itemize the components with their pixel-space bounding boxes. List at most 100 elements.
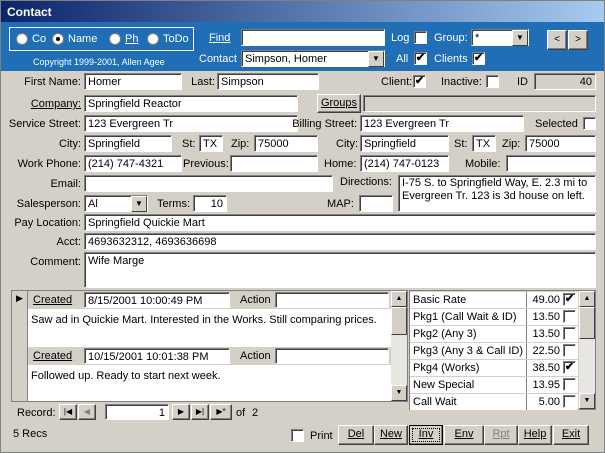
package-checkbox[interactable] xyxy=(563,310,576,323)
packages-scrollbar[interactable]: ▲ ▼ xyxy=(579,291,595,409)
log-scroll-thumb[interactable] xyxy=(391,307,407,335)
company-input[interactable]: Springfield Reactor xyxy=(84,95,298,112)
work-phone-input[interactable]: (214) 747-4321 xyxy=(84,155,182,172)
sort-name-radio[interactable] xyxy=(52,33,64,45)
first-record-button[interactable]: |◀ xyxy=(59,404,77,420)
pay-location-input[interactable]: Springfield Quickie Mart xyxy=(84,214,596,231)
billing-street-input[interactable]: 123 Evergreen Tr xyxy=(360,115,524,132)
previous-input[interactable] xyxy=(230,155,318,172)
action-field-1[interactable] xyxy=(275,292,389,308)
created-field-1[interactable]: 8/15/2001 10:00:49 PM xyxy=(84,292,230,308)
salesperson-dropdown-icon[interactable]: ▼ xyxy=(131,196,147,212)
mobile-input[interactable] xyxy=(506,155,596,172)
service-street-input[interactable]: 123 Evergreen Tr xyxy=(84,115,298,132)
created-label-1: Created xyxy=(33,293,72,307)
next-log-record-button[interactable]: ▶ xyxy=(172,404,190,420)
record-selector[interactable]: ▶ xyxy=(12,291,28,401)
sort-co-label[interactable]: Co xyxy=(32,32,46,46)
billing-city-input[interactable]: Springfield xyxy=(360,135,449,152)
directions-input[interactable]: I-75 S. to Springfield Way, E. 2.3 mi to… xyxy=(398,175,596,212)
packages-scroll-up-icon[interactable]: ▲ xyxy=(579,291,595,307)
record-total: 2 xyxy=(252,407,259,419)
selected-checkbox[interactable] xyxy=(583,117,596,130)
package-row[interactable]: Pkg2 (Any 3) 13.50 xyxy=(410,326,578,343)
package-row[interactable]: Pkg1 (Call Wait & ID) 13.50 xyxy=(410,309,578,326)
find-input[interactable] xyxy=(241,29,385,46)
log-checkbox[interactable] xyxy=(414,31,427,44)
last-name-input[interactable]: Simpson xyxy=(217,73,319,90)
terms-label: Terms: xyxy=(157,198,190,210)
log-scroll-up-icon[interactable]: ▲ xyxy=(391,291,407,307)
inactive-checkbox[interactable] xyxy=(486,75,499,88)
groups-button-label: Groups xyxy=(320,97,358,109)
record-number-input[interactable]: 1 xyxy=(105,404,169,420)
map-input[interactable] xyxy=(359,195,393,212)
help-button[interactable]: Help xyxy=(518,425,552,445)
package-row[interactable]: New Special 13.95 xyxy=(410,377,578,394)
log-scrollbar[interactable]: ▲ ▼ xyxy=(391,291,407,401)
package-row[interactable]: Call Wait 5.00 xyxy=(410,394,578,411)
find-label: Find xyxy=(209,32,231,44)
sort-options-group: Co Name Ph ToDo xyxy=(9,27,194,51)
log-subform: ▶ Created 8/15/2001 10:00:49 PM Action S… xyxy=(11,290,408,402)
report-button[interactable]: Rpt xyxy=(484,425,518,445)
billing-st-input[interactable]: TX xyxy=(472,135,496,152)
sort-todo-label[interactable]: ToDo xyxy=(163,32,189,46)
city-input[interactable]: Springfield xyxy=(84,135,172,152)
sort-co-radio[interactable] xyxy=(16,33,28,45)
all-checkbox[interactable]: ✔ xyxy=(414,52,427,65)
zip-input[interactable]: 75000 xyxy=(254,135,318,152)
note-2[interactable]: Followed up. Ready to start next week. xyxy=(31,369,221,383)
prev-log-record-button[interactable]: ◀ xyxy=(78,404,96,420)
new-button[interactable]: New xyxy=(374,425,408,445)
package-checkbox[interactable] xyxy=(563,344,576,357)
package-checkbox[interactable]: ✔ xyxy=(563,293,576,306)
package-row[interactable]: Basic Rate 49.00 ✔ xyxy=(410,292,578,309)
first-name-input[interactable]: Homer xyxy=(84,73,182,90)
package-checkbox[interactable] xyxy=(563,327,576,340)
contact-dropdown-icon[interactable]: ▼ xyxy=(368,51,384,67)
email-input[interactable] xyxy=(84,175,333,192)
delete-button[interactable]: Del xyxy=(338,425,374,445)
package-checkbox[interactable]: ✔ xyxy=(563,361,576,374)
billing-st-label: St: xyxy=(454,138,468,150)
package-row[interactable]: Pkg4 (Works) 38.50 ✔ xyxy=(410,360,578,377)
created-label-2-text: Created xyxy=(33,350,73,362)
terms-input[interactable]: 10 xyxy=(193,195,227,212)
group-dropdown-icon[interactable]: ▼ xyxy=(512,30,528,46)
zip-label: Zip: xyxy=(231,138,250,150)
last-record-button[interactable]: ▶| xyxy=(191,404,209,420)
groups-button[interactable]: Groups xyxy=(317,94,361,113)
acct-input[interactable]: 4693632312, 4693636698 xyxy=(84,233,596,250)
created-label-1-text: Created xyxy=(33,294,73,306)
package-price: 49.00 xyxy=(532,294,560,306)
package-checkbox[interactable] xyxy=(563,378,576,391)
package-row[interactable]: Pkg3 (Any 3 & Call ID) 22.50 xyxy=(410,343,578,360)
log-scroll-down-icon[interactable]: ▼ xyxy=(391,385,407,401)
action-field-2[interactable] xyxy=(275,348,389,364)
envelope-button[interactable]: Env xyxy=(444,425,484,445)
exit-button[interactable]: Exit xyxy=(553,425,589,445)
comment-input[interactable]: Wife Marge xyxy=(84,252,596,288)
new-log-record-button[interactable]: ▶* xyxy=(210,404,232,420)
print-checkbox[interactable] xyxy=(291,429,304,442)
contact-select[interactable]: Simpson, Homer xyxy=(241,50,385,67)
st-input[interactable]: TX xyxy=(199,135,223,152)
sort-todo-radio[interactable] xyxy=(147,33,159,45)
sort-ph-label[interactable]: Ph xyxy=(125,32,138,46)
next-record-button[interactable]: > xyxy=(568,30,588,50)
prev-record-button[interactable]: < xyxy=(547,30,567,50)
billing-zip-input[interactable]: 75000 xyxy=(525,135,596,152)
clients-checkbox[interactable]: ✔ xyxy=(472,52,485,65)
home-input[interactable]: (214) 747-0123 xyxy=(360,155,449,172)
package-checkbox[interactable] xyxy=(563,395,576,408)
packages-scroll-thumb[interactable] xyxy=(579,307,595,339)
invoice-button[interactable]: Inv xyxy=(409,425,443,445)
created-field-2[interactable]: 10/15/2001 10:01:38 PM xyxy=(84,348,230,364)
client-checkbox[interactable]: ✔ xyxy=(413,75,426,88)
sort-name-label[interactable]: Name xyxy=(68,32,97,46)
sort-ph-radio[interactable] xyxy=(109,33,121,45)
packages-scroll-down-icon[interactable]: ▼ xyxy=(579,393,595,409)
note-1[interactable]: Saw ad in Quickie Mart. Interested in th… xyxy=(31,313,377,327)
report-button-label: Rpt xyxy=(492,428,510,440)
